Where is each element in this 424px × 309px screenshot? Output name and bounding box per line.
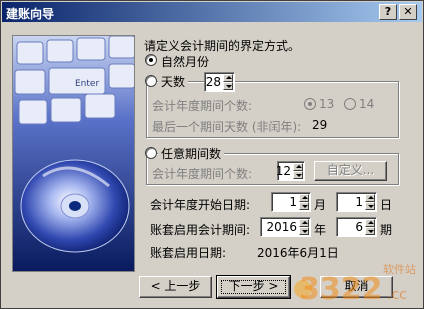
last-period-days-value: 29	[312, 118, 328, 132]
fiscal-start-day-spinner[interactable]: 1	[336, 192, 377, 212]
wizard-illustration: Enter	[12, 35, 135, 272]
days-value: 28	[205, 75, 221, 89]
radio-arbitrary[interactable]	[145, 147, 157, 159]
help-button[interactable]: ?	[379, 4, 397, 20]
month-down-arrow[interactable]	[299, 202, 309, 210]
arbitrary-up-arrow[interactable]	[293, 163, 303, 171]
svg-text:软件站: 软件站	[383, 262, 416, 276]
period-up-arrow[interactable]	[365, 219, 375, 227]
fiscal-start-month-value: 1	[289, 195, 297, 209]
month-up-arrow[interactable]	[299, 194, 309, 202]
prev-button[interactable]: < 上一步	[139, 276, 212, 298]
fiscal-start-month-spinner[interactable]: 1	[271, 192, 311, 212]
enable-year-spinner[interactable]: 2016	[260, 217, 311, 237]
arbitrary-down-arrow[interactable]	[293, 171, 303, 179]
wizard-dialog: 建账向导 ? ✕ Enter 请定义会计期间的界定方式。 自然月份 天数 28 …	[0, 0, 424, 309]
radio-period-13-label: 13	[319, 97, 335, 111]
radio-period-13[interactable]	[304, 98, 316, 110]
fiscal-start-label: 会计年度开始日期:	[150, 198, 251, 212]
last-period-days-label: 最后一个期间天数 (非闰年):	[152, 120, 302, 134]
radio-arbitrary-label: 任意期间数	[158, 145, 225, 162]
radio-natural-month[interactable]	[145, 54, 157, 66]
enable-date-value: 2016年6月1日	[257, 246, 339, 260]
prompt-text: 请定义会计期间的界定方式。	[144, 39, 301, 53]
month-unit: 月	[314, 198, 327, 212]
custom-button[interactable]: 自定义...	[314, 161, 387, 181]
radio-period-14-label: 14	[359, 97, 375, 111]
enable-period-value: 6	[355, 220, 363, 234]
enable-year-value: 2016	[266, 220, 297, 234]
title-bar: 建账向导	[2, 2, 422, 22]
close-button[interactable]: ✕	[399, 4, 417, 20]
fiscal-start-day-value: 1	[355, 195, 363, 209]
days-down-arrow[interactable]	[223, 82, 233, 90]
arbitrary-count-spinner[interactable]: 12	[275, 161, 305, 181]
days-spinner[interactable]: 28	[204, 72, 235, 92]
radio-period-14[interactable]	[344, 98, 356, 110]
svg-text:Enter: Enter	[75, 79, 99, 89]
keyboard-cd-illustration: Enter	[13, 36, 134, 271]
day-unit: 日	[380, 198, 393, 212]
year-down-arrow[interactable]	[299, 227, 309, 235]
radio-days[interactable]	[145, 75, 157, 87]
enable-period-spinner[interactable]: 6	[336, 217, 377, 237]
radio-natural-month-label: 自然月份	[161, 55, 210, 69]
arbitrary-count-label: 会计年度期间个数:	[152, 167, 253, 181]
window-title: 建账向导	[6, 7, 55, 21]
radio-days-label: 天数	[158, 73, 189, 90]
period-down-arrow[interactable]	[365, 227, 375, 235]
year-unit: 年	[314, 223, 327, 237]
period-count-label: 会计年度期间个数:	[152, 99, 253, 113]
cancel-button[interactable]: 取消	[320, 276, 393, 298]
day-down-arrow[interactable]	[365, 202, 375, 210]
days-up-arrow[interactable]	[223, 74, 233, 82]
enable-date-label: 账套启用日期:	[150, 246, 227, 260]
next-button[interactable]: 下一步 >	[216, 275, 291, 299]
year-up-arrow[interactable]	[299, 219, 309, 227]
period-unit: 期	[380, 223, 393, 237]
enable-period-label: 账套启用会计期间:	[150, 223, 251, 237]
arbitrary-count-value: 12	[275, 164, 291, 178]
day-up-arrow[interactable]	[365, 194, 375, 202]
